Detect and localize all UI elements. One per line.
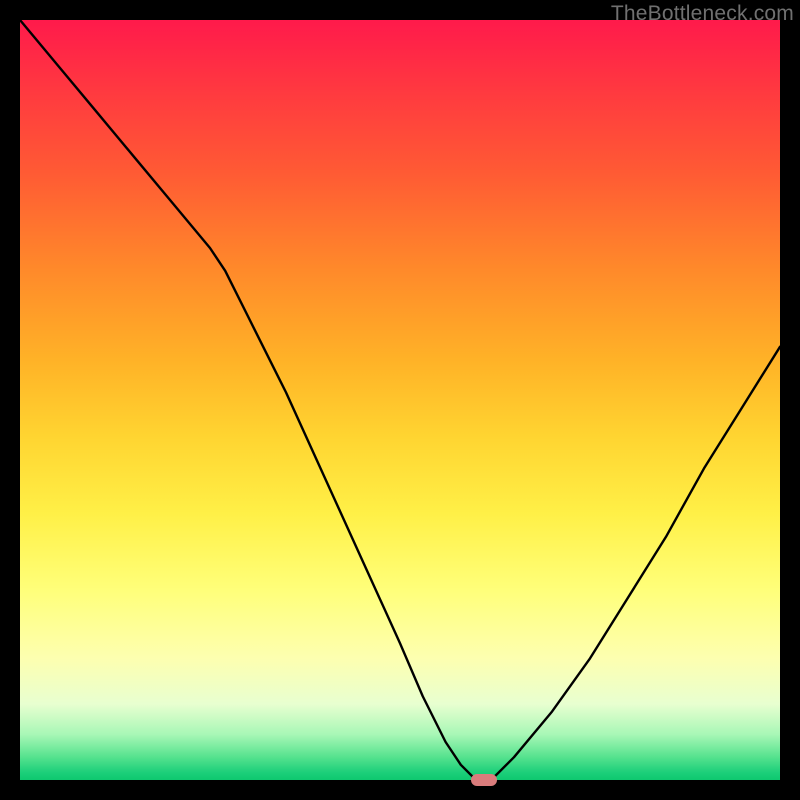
chart-frame: TheBottleneck.com <box>0 0 800 800</box>
curve-path <box>20 20 780 780</box>
watermark-text: TheBottleneck.com <box>611 2 794 26</box>
plot-area <box>20 20 780 780</box>
optimal-point-marker <box>471 774 497 786</box>
bottleneck-curve <box>20 20 780 780</box>
